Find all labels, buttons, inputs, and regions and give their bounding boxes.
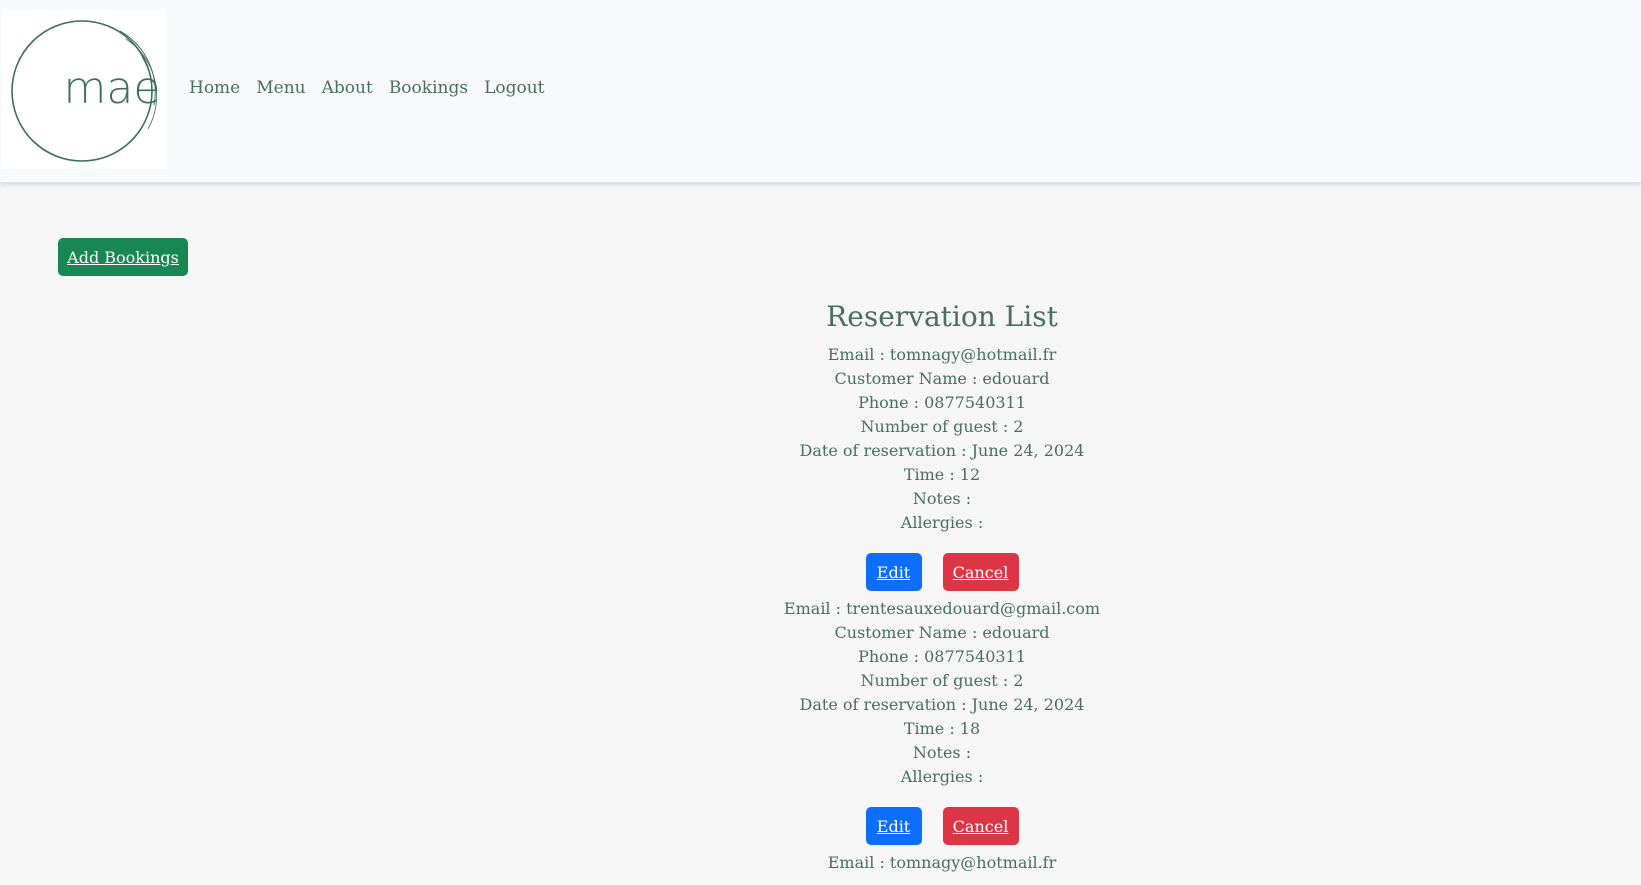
reservation-time: Time : 18 bbox=[903, 719, 981, 738]
nav-home[interactable]: Home bbox=[189, 78, 248, 98]
reservation-date: Date of reservation : June 24, 2024 bbox=[799, 441, 1085, 460]
logo-text: mae bbox=[64, 63, 161, 114]
nav-logout[interactable]: Logout bbox=[476, 78, 552, 98]
reservation-phone: Phone : 0877540311 bbox=[858, 647, 1026, 666]
nav-menu[interactable]: Menu bbox=[248, 78, 313, 98]
cancel-button[interactable]: Cancel bbox=[942, 553, 1019, 591]
logo[interactable]: mae bbox=[2, 9, 166, 169]
reservation-email: Email : tomnagy@hotmail.fr bbox=[827, 853, 1057, 872]
reservation-allergies: Allergies : bbox=[900, 513, 984, 532]
nav-bookings[interactable]: Bookings bbox=[381, 78, 476, 98]
reservation-actions: Edit Cancel bbox=[742, 535, 1142, 597]
reservation-customer-name: Customer Name : edouard bbox=[834, 623, 1050, 642]
reservation-time: Time : 12 bbox=[903, 465, 981, 484]
reservation-notes: Notes : bbox=[912, 489, 972, 508]
reservation-date: Date of reservation : June 24, 2024 bbox=[799, 695, 1085, 714]
nav-about[interactable]: About bbox=[314, 78, 381, 98]
add-bookings-button[interactable]: Add Bookings bbox=[58, 238, 188, 276]
reservation-item: Email : tomnagy@hotmail.fr bbox=[742, 851, 1142, 875]
logo-circle-icon: mae bbox=[11, 20, 161, 162]
page-title: Reservation List bbox=[826, 300, 1058, 333]
reservation-phone: Phone : 0877540311 bbox=[858, 393, 1026, 412]
reservation-customer-name: Customer Name : edouard bbox=[834, 369, 1050, 388]
edit-button[interactable]: Edit bbox=[865, 553, 922, 591]
reservation-email: Email : trentesauxedouard@gmail.com bbox=[783, 599, 1101, 618]
cancel-button[interactable]: Cancel bbox=[942, 807, 1019, 845]
reservation-guests: Number of guest : 2 bbox=[860, 417, 1024, 436]
navbar: mae Home Menu About Bookings Logout bbox=[0, 0, 1641, 183]
reservation-actions: Edit Cancel bbox=[742, 789, 1142, 851]
reservation-guests: Number of guest : 2 bbox=[860, 671, 1024, 690]
reservation-item: Email : trentesauxedouard@gmail.com Cust… bbox=[742, 597, 1142, 851]
reservation-notes: Notes : bbox=[912, 743, 972, 762]
reservation-list: Reservation List Email : tomnagy@hotmail… bbox=[742, 295, 1142, 875]
reservation-item: Email : tomnagy@hotmail.fr Customer Name… bbox=[742, 343, 1142, 597]
main-nav: Home Menu About Bookings Logout bbox=[189, 78, 553, 98]
edit-button[interactable]: Edit bbox=[865, 807, 922, 845]
reservation-allergies: Allergies : bbox=[900, 767, 984, 786]
reservation-email: Email : tomnagy@hotmail.fr bbox=[827, 345, 1057, 364]
